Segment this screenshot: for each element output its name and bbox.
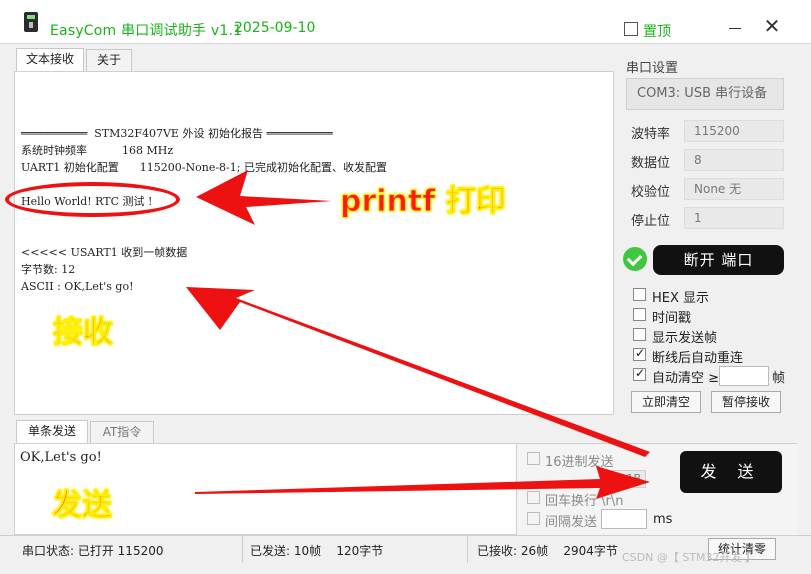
hex-send-label: 16进制发送 — [545, 455, 614, 470]
status-separator — [242, 535, 243, 563]
annotation-receive: 接收 — [53, 315, 114, 351]
annotation-send: 发送 — [52, 488, 113, 524]
app-icon — [24, 12, 38, 32]
clear-now-button[interactable]: 立即清空 — [631, 391, 701, 413]
disconnect-port-button[interactable]: 断开 端口 — [653, 245, 784, 275]
data-bits-label: 数据位 — [631, 156, 671, 171]
recv-line-bytes: 字节数: 12 — [21, 263, 76, 276]
tab-text-receive[interactable]: 文本接收 — [16, 48, 84, 72]
crlf-label: 回车换行 \r\n — [545, 494, 624, 509]
received-stats: 已接收: 26帧 2904字节 — [477, 544, 618, 558]
interval-ms-input[interactable] — [601, 509, 647, 529]
port-status: 串口状态: 已打开 115200 — [22, 544, 164, 558]
parity-select[interactable]: None 无 — [684, 178, 784, 200]
hex-display-checkbox[interactable] — [633, 288, 646, 301]
close-icon[interactable]: ✕ — [763, 16, 781, 36]
auto-reconnect-checkbox[interactable] — [633, 346, 646, 361]
pin-label[interactable]: 置顶 — [643, 21, 671, 41]
auto-clear-checkbox[interactable] — [633, 366, 646, 381]
recv-line-frame: <<<<< USART1 收到一帧数据 — [21, 246, 188, 259]
hex-value-field[interactable]: 0 1B — [602, 470, 646, 488]
tab-at-commands[interactable]: AT指令 — [90, 421, 154, 443]
watermark: CSDN @【 STM32开发 】 — [622, 551, 757, 564]
auto-clear-label: 自动清空 ≥ — [652, 371, 720, 386]
auto-reconnect-label: 断线后自动重连 — [652, 351, 744, 366]
status-separator — [467, 535, 468, 563]
serial-settings-title: 串口设置 — [626, 61, 679, 76]
auto-clear-threshold-input[interactable] — [719, 366, 769, 386]
recv-line-header: ══════════ STM32F407VE 外设 初始化报告 ════════… — [21, 127, 333, 140]
receive-text-area[interactable]: ══════════ STM32F407VE 外设 初始化报告 ════════… — [14, 71, 614, 415]
hex-display-label: HEX 显示 — [652, 291, 710, 306]
interval-unit: ms — [653, 512, 673, 527]
data-bits-select[interactable]: 8 — [684, 149, 784, 171]
show-sent-frames-label: 显示发送帧 — [652, 331, 718, 346]
interval-send-checkbox[interactable] — [527, 512, 540, 525]
send-text-value: OK,Let's go! — [20, 450, 102, 465]
baud-rate-select[interactable]: 115200 — [684, 120, 784, 142]
send-button[interactable]: 发 送 — [680, 451, 782, 493]
show-sent-frames-checkbox[interactable] — [633, 328, 646, 341]
highlight-ellipse — [5, 182, 180, 217]
tab-single-send[interactable]: 单条发送 — [16, 420, 88, 444]
connected-check-icon — [623, 247, 647, 271]
com-port-select[interactable]: COM3: USB 串行设备 — [626, 78, 784, 110]
pause-receive-button[interactable]: 暂停接收 — [711, 391, 781, 413]
hex-send-checkbox[interactable] — [527, 452, 540, 465]
annotation-printf: printf 打印 — [340, 184, 507, 220]
baud-rate-label: 波特率 — [631, 127, 671, 142]
recv-line-uart: UART1 初始化配置 115200-None-8-1; 已完成初始化配置、收发… — [21, 161, 387, 174]
interval-send-label: 间隔发送 — [545, 515, 598, 530]
tab-about[interactable]: 关于 — [86, 49, 132, 71]
auto-clear-unit: 帧 — [772, 371, 786, 386]
stop-bits-select[interactable]: 1 — [684, 207, 784, 229]
recv-line-clock: 系统时钟频率 168 MHz — [21, 144, 174, 157]
timestamp-checkbox[interactable] — [633, 308, 646, 321]
pin-checkbox[interactable] — [624, 22, 638, 36]
window-title: EasyCom 串口调试助手 v1.1 — [50, 23, 243, 39]
sent-stats: 已发送: 10帧 120字节 — [250, 544, 384, 558]
timestamp-label: 时间戳 — [652, 311, 692, 326]
parity-label: 校验位 — [631, 185, 671, 200]
recv-line-ascii: ASCII : OK,Let's go! — [21, 280, 134, 293]
stop-bits-label: 停止位 — [631, 214, 671, 229]
minimize-icon[interactable] — [729, 28, 741, 29]
window-date: 2025-09-10 — [234, 20, 316, 36]
crlf-checkbox[interactable] — [527, 491, 540, 504]
